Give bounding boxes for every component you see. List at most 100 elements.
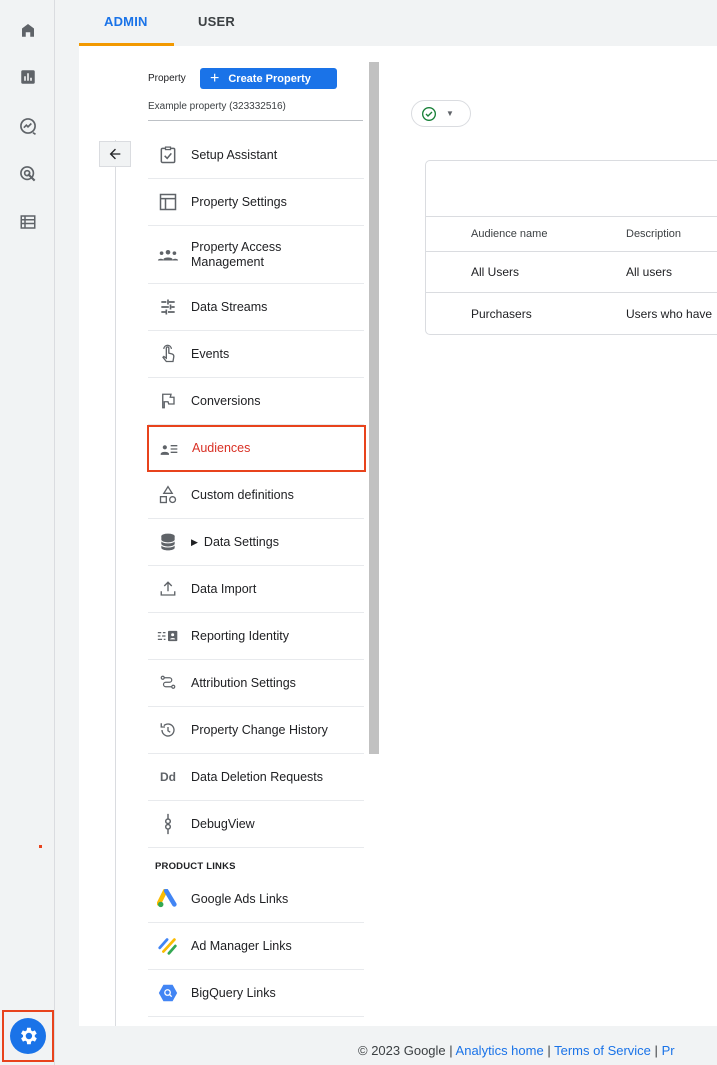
menu-item-bigquery-links[interactable]: BigQuery Links (148, 970, 364, 1017)
menu-item-setup-assistant[interactable]: Setup Assistant (148, 132, 364, 179)
advertising-icon[interactable] (16, 162, 40, 186)
menu-item-attribution-settings[interactable]: Attribution Settings (148, 660, 364, 707)
menu-item-custom-definitions[interactable]: Custom definitions (148, 472, 364, 519)
divider (148, 120, 363, 121)
upload-icon (156, 577, 180, 601)
plus-icon: + (210, 69, 220, 87)
menu-item-label: Property Settings (191, 194, 287, 209)
audience-name-cell: Purchasers (471, 306, 532, 321)
menu-item-label: Data Settings (203, 534, 279, 549)
menu-item-label: Audiences (192, 441, 251, 455)
terms-of-service-link[interactable]: Terms of Service (554, 1043, 651, 1058)
marker-dot (39, 845, 42, 848)
touch-icon (156, 342, 180, 366)
history-icon (156, 718, 180, 742)
description-cell: All users (626, 265, 673, 279)
chevron-right-icon[interactable]: ▶ (191, 537, 198, 548)
menu-item-data-deletion-requests[interactable]: Dd Data Deletion Requests (148, 754, 364, 801)
menu-item-google-ads-links[interactable]: Google Ads Links (148, 876, 364, 923)
configure-icon[interactable] (16, 210, 40, 234)
menu-item-audiences[interactable]: Audiences (147, 425, 366, 472)
footer: © 2023 Google | Analytics home | Terms o… (358, 1043, 675, 1058)
menu-item-property-settings[interactable]: Property Settings (148, 179, 364, 226)
panel-divider (115, 140, 116, 1026)
property-selector[interactable]: Example property (323332516) (148, 101, 286, 112)
explore-icon[interactable] (16, 114, 40, 138)
footer-separator: | (547, 1043, 551, 1058)
menu-item-label: Ad Manager Links (191, 938, 292, 953)
flag-icon (156, 389, 180, 413)
table-header-row: Audience name Description (426, 217, 717, 252)
copyright-text: © 2023 Google | (358, 1043, 453, 1058)
menu-item-label: Data Import (191, 581, 257, 596)
bigquery-icon (156, 981, 180, 1005)
arrow-back-icon (109, 148, 121, 160)
column-header-description[interactable]: Description (626, 228, 681, 240)
property-label: Property (148, 73, 186, 84)
description-cell: Users who have (626, 306, 713, 321)
google-ads-icon (156, 887, 180, 911)
admin-user-tabs: ADMIN USER (79, 0, 717, 46)
status-filter-chip[interactable]: ▼ (411, 100, 471, 127)
check-circle-icon (422, 106, 436, 121)
menu-item-reporting-identity[interactable]: Reporting Identity (148, 613, 364, 660)
home-icon[interactable] (16, 18, 40, 42)
identity-icon (156, 624, 180, 648)
menu-item-label: Conversions (191, 393, 261, 408)
menu-item-label: Google Ads Links (191, 891, 289, 906)
menu-item-data-settings[interactable]: ▶ Data Settings (148, 519, 364, 566)
menu-item-debugview[interactable]: DebugView (148, 801, 364, 848)
dd-icon: Dd (160, 770, 176, 784)
menu-item-label: Events (191, 346, 230, 361)
create-property-label: Create Property (228, 72, 311, 85)
menu-item-property-access[interactable]: Property Access Management (148, 226, 364, 284)
collapse-button[interactable] (99, 141, 131, 167)
admin-settings-button[interactable] (2, 1010, 54, 1062)
checklist-icon (156, 143, 180, 167)
analytics-home-link[interactable]: Analytics home (456, 1043, 544, 1058)
menu-item-label: Property Access Management (191, 239, 282, 269)
data-streams-icon (156, 295, 180, 319)
menu-item-label: Setup Assistant (191, 147, 278, 162)
property-menu: Setup Assistant Property Settings Proper… (147, 132, 366, 1017)
menu-item-events[interactable]: Events (148, 331, 364, 378)
menu-item-label: Attribution Settings (191, 675, 296, 690)
column-header-audience-name[interactable]: Audience name (471, 228, 547, 240)
menu-item-ad-manager-links[interactable]: Ad Manager Links (148, 923, 364, 970)
create-property-button[interactable]: + Create Property (200, 68, 337, 89)
gear-icon (10, 1018, 46, 1054)
menu-item-label: Data Deletion Requests (191, 769, 324, 784)
menu-item-data-streams[interactable]: Data Streams (148, 284, 364, 331)
menu-item-label: Custom definitions (191, 487, 294, 502)
menu-item-conversions[interactable]: Conversions (148, 378, 364, 425)
reports-icon[interactable] (16, 65, 40, 89)
audiences-table: Audience name Description All Users All … (425, 160, 717, 335)
menu-item-label: Reporting Identity (191, 628, 289, 643)
attribution-icon (156, 671, 180, 695)
menu-item-label: Property Change History (191, 722, 328, 737)
debug-icon (156, 812, 180, 836)
menu-item-label: BigQuery Links (191, 985, 276, 1000)
audience-icon (157, 437, 181, 461)
menu-item-property-change-history[interactable]: Property Change History (148, 707, 364, 754)
privacy-policy-link[interactable]: Pr (662, 1043, 675, 1058)
shapes-icon (156, 483, 180, 507)
dropdown-arrow-icon: ▼ (446, 109, 454, 118)
tab-admin[interactable]: ADMIN (104, 14, 148, 29)
menu-item-label: Data Streams (191, 299, 268, 314)
property-settings-icon (156, 190, 180, 214)
table-row[interactable]: Purchasers Users who have (426, 293, 717, 334)
ad-manager-icon (156, 934, 180, 958)
database-icon (156, 530, 180, 554)
footer-separator: | (654, 1043, 658, 1058)
product-links-heading: PRODUCT LINKS (155, 861, 236, 872)
table-toolbar (426, 161, 717, 217)
left-nav-rail (0, 0, 55, 1065)
table-row[interactable]: All Users All users (426, 252, 717, 293)
audience-name-cell: All Users (471, 265, 520, 279)
menu-item-data-import[interactable]: Data Import (148, 566, 364, 613)
menu-scrollbar[interactable] (369, 62, 379, 754)
menu-item-label: DebugView (191, 816, 255, 831)
people-icon (156, 243, 180, 267)
tab-user[interactable]: USER (198, 14, 235, 29)
